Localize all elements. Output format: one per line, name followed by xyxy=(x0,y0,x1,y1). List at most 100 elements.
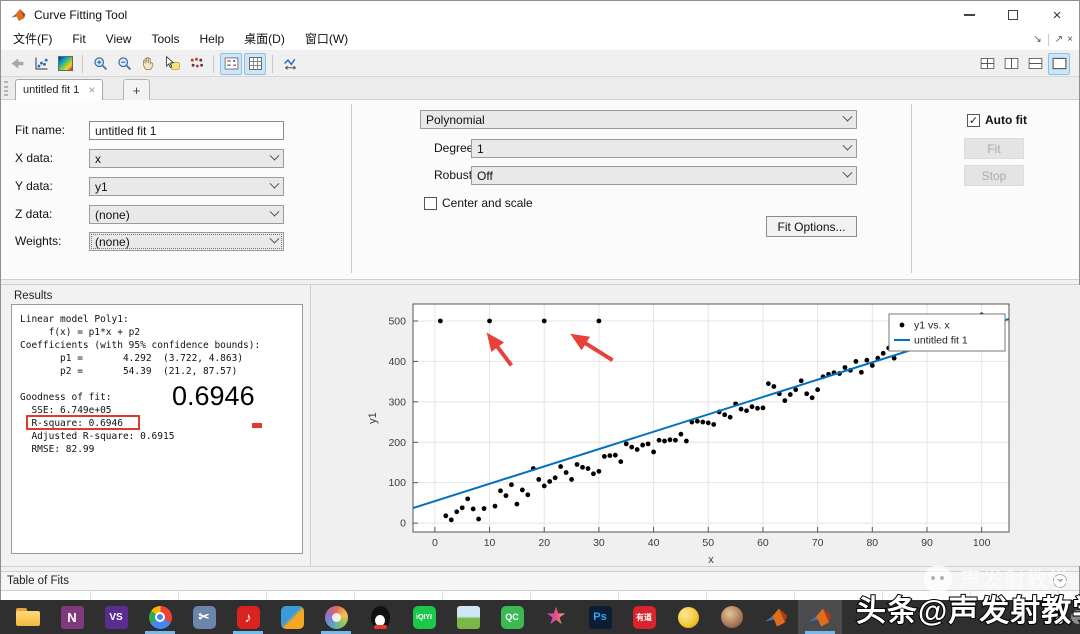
taskbar-icon-netease-music[interactable]: ♪ xyxy=(226,600,270,634)
chevron-down-icon xyxy=(1057,579,1063,583)
taskbar-icon-star-app[interactable]: ★ xyxy=(534,600,578,634)
windows-taskbar: N VS ✂ ♪ iQIYI QC ★ Ps 有道 xyxy=(0,600,1080,634)
taskbar-icon-chrome[interactable] xyxy=(138,600,182,634)
dock-arrow-icon[interactable]: ↘ xyxy=(1033,34,1041,45)
brush-data-button[interactable] xyxy=(185,53,207,75)
maximize-button[interactable] xyxy=(991,1,1035,29)
svg-text:500: 500 xyxy=(388,315,406,327)
minimize-button[interactable] xyxy=(947,1,991,29)
qq-tray-icon[interactable] xyxy=(1053,609,1066,625)
tab-untitled-fit-1[interactable]: untitled fit 1 × xyxy=(15,79,104,100)
legend-toggle-button[interactable] xyxy=(220,52,242,75)
layout-grid-icon xyxy=(980,57,994,70)
svg-text:200: 200 xyxy=(388,437,406,449)
svg-text:40: 40 xyxy=(648,537,660,549)
datatip-button[interactable] xyxy=(161,53,183,75)
taskbar-icon-iqiyi[interactable]: iQIYI xyxy=(402,600,446,634)
zoom-out-button[interactable] xyxy=(113,53,135,75)
taskbar-icon-onenote[interactable]: N xyxy=(50,600,94,634)
zoom-in-icon xyxy=(93,57,107,71)
close-button[interactable]: × xyxy=(1035,1,1079,29)
zoom-in-button[interactable] xyxy=(89,53,111,75)
plot-panel[interactable]: 0 10 20 30 40 50 60 70 80 90 100 0 100 200 300 400 500 x y… xyxy=(312,285,1080,566)
taskbar-icon-paint[interactable] xyxy=(314,600,358,634)
taskbar-icon-file-explorer[interactable] xyxy=(6,600,50,634)
taskbar-icon-snipping-tool[interactable]: ✂ xyxy=(182,600,226,634)
taskbar-icon-matlab-active[interactable] xyxy=(798,600,842,634)
adjust-axes-button[interactable] xyxy=(279,53,301,75)
layout-single-button[interactable] xyxy=(1048,52,1070,75)
pan-button[interactable] xyxy=(137,53,159,75)
undock-arrow-icon[interactable]: ↗ xyxy=(1055,34,1063,45)
taskbar-icon-photo-viewer[interactable] xyxy=(446,600,490,634)
grid-icon xyxy=(248,57,262,70)
taskbar-icon-visual-studio[interactable]: VS xyxy=(94,600,138,634)
taskbar-icon-user-avatar[interactable] xyxy=(710,600,754,634)
svg-text:300: 300 xyxy=(388,396,406,408)
curve-fitting-tool-window: Curve Fitting Tool × 文件(F) Fit View Tools He… xyxy=(0,0,1080,601)
z-data-select[interactable]: (none) xyxy=(89,205,284,224)
model-type-select[interactable]: Polynomial xyxy=(420,110,857,129)
center-and-scale-checkbox[interactable]: Center and scale xyxy=(424,196,533,210)
fit-button[interactable]: Fit xyxy=(964,138,1024,159)
menu-items: 文件(F) Fit View Tools Help 桌面(D) 窗口(W) xyxy=(3,29,358,50)
maximize-icon xyxy=(1008,10,1018,20)
red-dash-annotation xyxy=(252,423,262,428)
svg-text:100: 100 xyxy=(973,537,991,549)
menu-item-6[interactable]: 窗口(W) xyxy=(295,29,358,50)
tab-close-icon[interactable]: × xyxy=(88,84,95,96)
colormap-button[interactable] xyxy=(54,53,76,75)
layout-grid-button[interactable] xyxy=(976,53,998,75)
menu-item-5[interactable]: 桌面(D) xyxy=(234,29,295,50)
chevron-down-icon xyxy=(269,150,280,161)
checkbox-box-icon xyxy=(424,196,437,210)
auto-fit-checkbox[interactable]: ✓ Auto fit xyxy=(967,113,1027,127)
taskbar-icon-matlab[interactable] xyxy=(754,600,798,634)
layout-columns-icon xyxy=(1004,57,1018,70)
taskbar-icon-youdao-dict[interactable]: 有道 xyxy=(622,600,666,634)
taskbar-icon-qc-app[interactable]: QC xyxy=(490,600,534,634)
menu-item-0[interactable]: 文件(F) xyxy=(3,29,62,50)
menu-item-4[interactable]: Help xyxy=(189,29,234,50)
weights-select[interactable]: (none) xyxy=(89,232,284,251)
axes-limits-icon xyxy=(283,58,296,70)
scatter-plot-icon xyxy=(34,57,48,70)
menu-item-3[interactable]: Tools xyxy=(141,29,189,50)
layout-single-icon xyxy=(1052,57,1066,70)
svg-text:90: 90 xyxy=(921,537,933,549)
taskbar-icon-vmware[interactable] xyxy=(270,600,314,634)
colormap-icon xyxy=(57,56,73,71)
tray-avatar-icon[interactable] xyxy=(1071,610,1080,624)
tab-grip-handle[interactable] xyxy=(4,81,8,96)
robust-select[interactable]: Off xyxy=(471,166,857,185)
svg-text:60: 60 xyxy=(757,537,769,549)
grid-toggle-button[interactable] xyxy=(244,52,266,75)
tab-title: untitled fit 1 xyxy=(23,84,80,96)
stop-button[interactable]: Stop xyxy=(964,165,1024,186)
svg-text:30: 30 xyxy=(593,537,605,549)
y-data-select[interactable]: y1 xyxy=(89,177,284,196)
fit-options-button[interactable]: Fit Options... xyxy=(766,216,857,237)
degree-select[interactable]: 1 xyxy=(471,139,857,158)
taskbar-icon-qq[interactable] xyxy=(358,600,402,634)
results-and-plot-area: Results Linear model Poly1: f(x) = p1*x … xyxy=(1,285,1080,566)
fit-name-input[interactable] xyxy=(89,121,284,140)
taskbar-icon-photoshop[interactable]: Ps xyxy=(578,600,622,634)
robust-label: Robust: xyxy=(434,168,476,182)
x-data-select[interactable]: x xyxy=(89,149,284,168)
print-button[interactable] xyxy=(6,53,28,75)
taskbar-icon-coin-app[interactable] xyxy=(666,600,710,634)
collapse-panel-button[interactable] xyxy=(1053,574,1067,588)
new-tab-button[interactable]: + xyxy=(123,79,150,100)
dock-close-icon[interactable]: × xyxy=(1067,34,1073,45)
table-of-fits-header: Table of Fits xyxy=(1,572,1079,591)
matlab-logo-icon xyxy=(11,9,26,21)
layout-columns-button[interactable] xyxy=(1000,53,1022,75)
menu-item-2[interactable]: View xyxy=(96,29,142,50)
new-fit-button[interactable] xyxy=(30,53,52,75)
table-of-fits-label: Table of Fits xyxy=(7,575,69,587)
menu-item-1[interactable]: Fit xyxy=(62,29,95,50)
curve-fit-chart: 0 10 20 30 40 50 60 70 80 90 100 0 100 200 300 400 500 x y… xyxy=(367,303,1010,566)
taskbar-icons: N VS ✂ ♪ iQIYI QC ★ Ps 有道 xyxy=(6,600,842,634)
layout-rows-button[interactable] xyxy=(1024,53,1046,75)
